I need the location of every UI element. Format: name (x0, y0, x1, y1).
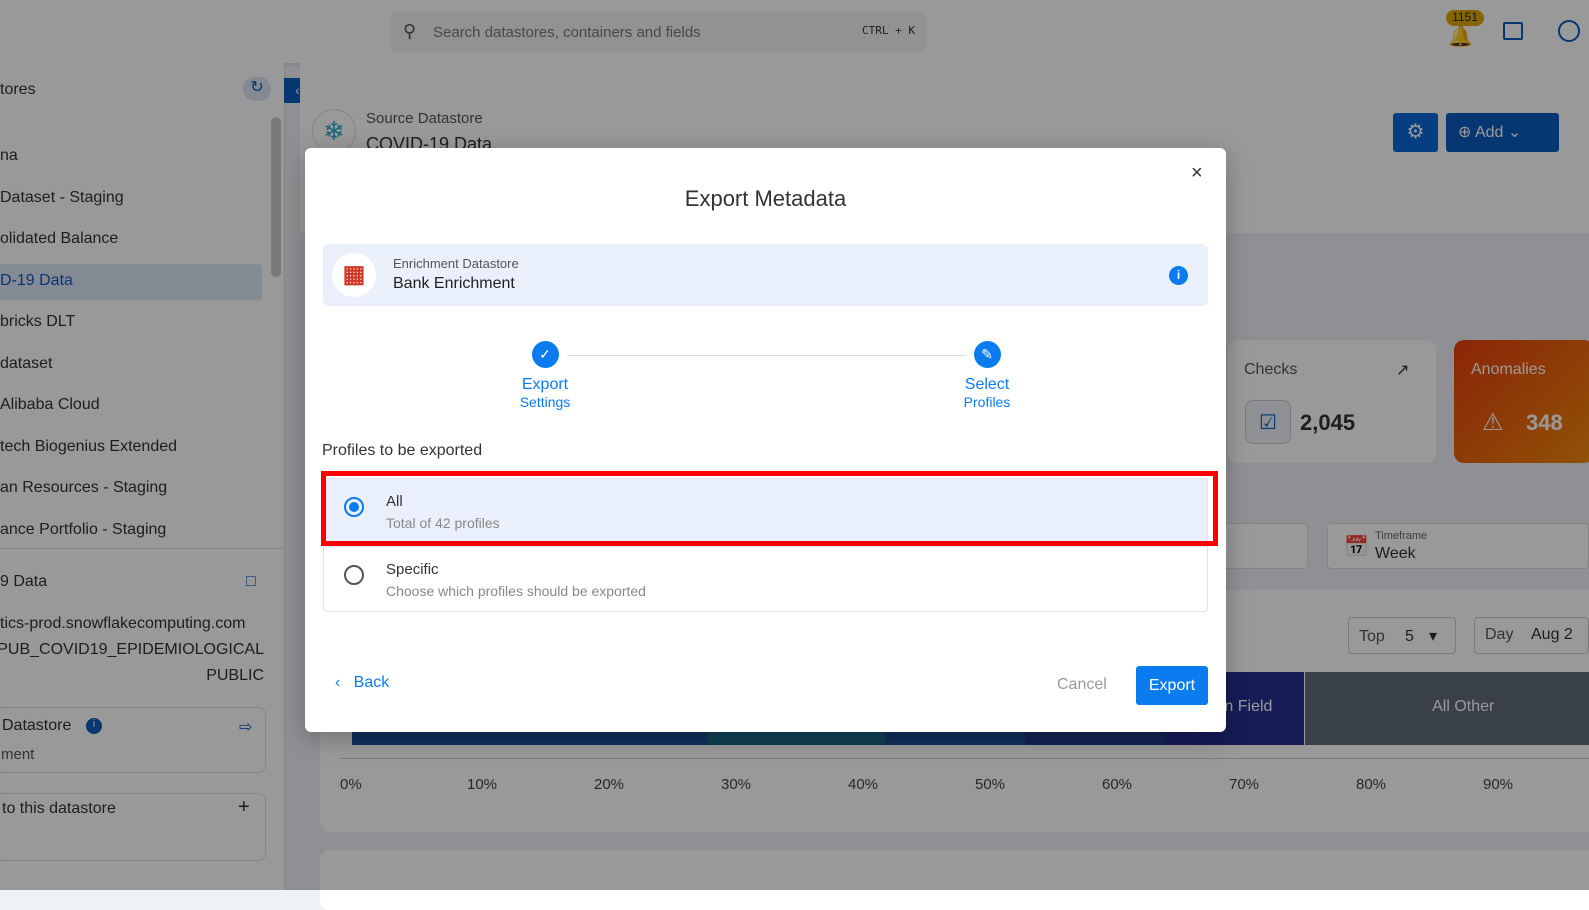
enrichment-name: Bank Enrichment (393, 275, 515, 293)
export-metadata-modal: Export Metadata × ▦ Enrichment Datastore… (305, 148, 1226, 732)
export-button[interactable]: Export (1136, 666, 1208, 705)
back-button[interactable]: ‹ Back (335, 674, 389, 692)
cancel-button[interactable]: Cancel (1057, 676, 1107, 694)
highlight-box (321, 471, 1218, 546)
chevron-left-icon: ‹ (335, 674, 340, 691)
modal-title: Export Metadata (305, 186, 1226, 212)
info-icon[interactable]: i (1169, 266, 1188, 285)
enrichment-datastore-banner: ▦ Enrichment Datastore Bank Enrichment i (323, 244, 1208, 306)
section-label: Profiles to be exported (322, 442, 482, 460)
close-icon[interactable]: × (1191, 162, 1203, 185)
radio-unselected[interactable] (344, 565, 364, 585)
stepper-line (567, 355, 965, 356)
step-select-profiles[interactable]: ✎ Select Profiles (937, 341, 1037, 410)
check-icon: ✓ (532, 341, 559, 368)
s3-bucket-icon: ▦ (332, 253, 376, 297)
pencil-icon: ✎ (974, 341, 1001, 368)
option-specific[interactable]: Specific Choose which profiles should be… (323, 546, 1208, 612)
step-export-settings[interactable]: ✓ Export Settings (495, 341, 595, 410)
